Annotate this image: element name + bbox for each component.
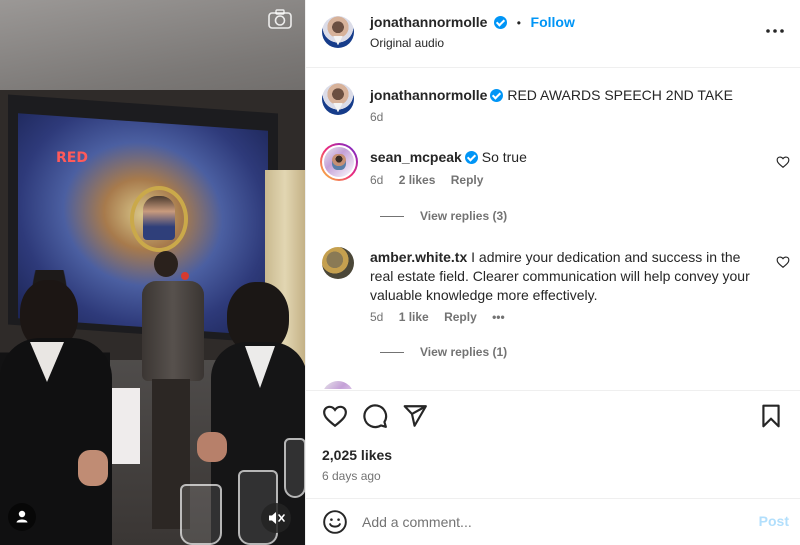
comment-time[interactable]: 6d [370, 173, 383, 187]
post-author-username[interactable]: jonathannormolle [370, 14, 487, 30]
microphone [181, 272, 189, 280]
post-date[interactable]: 6 days ago [322, 469, 381, 483]
wine-glass [180, 484, 222, 545]
comment-likes[interactable]: 2 likes [399, 173, 436, 187]
comment-text: So true [481, 149, 527, 165]
caption-meta: 6d [370, 110, 395, 124]
verified-badge-icon [464, 151, 478, 164]
reply-button[interactable]: Reply [451, 173, 484, 187]
share-icon[interactable] [402, 403, 430, 431]
comment-icon[interactable] [362, 403, 390, 431]
comment-username[interactable]: amber.white.tx [370, 249, 467, 265]
comment-item: amber.white.tx I admire your dedication … [322, 245, 792, 375]
comment-input[interactable] [362, 511, 742, 533]
comments-list[interactable]: jonathannormolle RED AWARDS SPEECH 2ND T… [306, 69, 800, 389]
post-header: jonathannormolle • Follow Original audio [306, 0, 800, 68]
avatar[interactable] [322, 16, 354, 48]
view-replies-button[interactable]: View replies (3) [380, 209, 507, 223]
verified-badge-icon [490, 89, 504, 102]
comment-meta: 5d 1 like Reply ••• [370, 310, 517, 324]
heart-icon[interactable] [776, 255, 790, 269]
post-actions: 2,025 likes 6 days ago [306, 390, 800, 498]
comment-time[interactable]: 5d [370, 310, 383, 324]
volume-off-icon[interactable] [261, 503, 291, 533]
heart-icon[interactable] [322, 403, 350, 431]
caption-time[interactable]: 6d [370, 110, 383, 124]
more-options-icon[interactable] [765, 24, 785, 33]
reply-button[interactable]: Reply [444, 310, 477, 324]
wine-glass [284, 438, 305, 498]
follow-button[interactable]: Follow [531, 14, 575, 30]
post-comment-button[interactable]: Post [759, 513, 789, 529]
likes-count[interactable]: 2,025 likes [322, 447, 392, 463]
comment-item: sean_mcpeak So true 6d 2 likes Reply Vie… [322, 145, 792, 235]
post-details-panel: jonathannormolle • Follow Original audio… [305, 0, 800, 545]
comment-text-line: amber.white.tx I admire your dedication … [370, 248, 764, 305]
screen-portrait [143, 196, 175, 240]
add-comment-bar: Post [306, 498, 800, 545]
avatar[interactable] [324, 147, 354, 177]
avatar[interactable] [322, 381, 354, 389]
comment-item-partial [322, 381, 792, 389]
comment-text-line: sean_mcpeak So true [370, 148, 764, 167]
audio-link[interactable]: Original audio [370, 36, 444, 50]
save-bookmark-icon[interactable] [758, 403, 786, 431]
post-caption: jonathannormolle RED AWARDS SPEECH 2ND T… [322, 83, 792, 133]
user-tag-icon[interactable] [8, 503, 36, 531]
post-modal: RED jonathannormolle • Follow Original a… [0, 0, 800, 545]
heart-icon[interactable] [776, 155, 790, 169]
view-replies-button[interactable]: View replies (1) [380, 345, 507, 359]
comment-meta: 6d 2 likes Reply [370, 173, 495, 187]
verified-badge-icon [494, 16, 508, 29]
emoji-icon[interactable] [322, 509, 350, 537]
comment-more-options[interactable]: ••• [492, 310, 505, 324]
caption-username[interactable]: jonathannormolle [370, 87, 487, 103]
caption-text: RED AWARDS SPEECH 2ND TAKE [507, 87, 733, 103]
header-username-row: jonathannormolle • Follow [370, 14, 575, 30]
comment-username[interactable]: sean_mcpeak [370, 149, 462, 165]
camera-icon [267, 8, 293, 30]
caption-text-line: jonathannormolle RED AWARDS SPEECH 2ND T… [370, 86, 764, 105]
avatar[interactable] [322, 83, 354, 115]
post-video[interactable]: RED [0, 0, 305, 545]
separator-dot: • [516, 16, 521, 30]
screen-logo: RED [56, 150, 88, 166]
avatar[interactable] [322, 247, 354, 279]
comment-likes[interactable]: 1 like [399, 310, 429, 324]
